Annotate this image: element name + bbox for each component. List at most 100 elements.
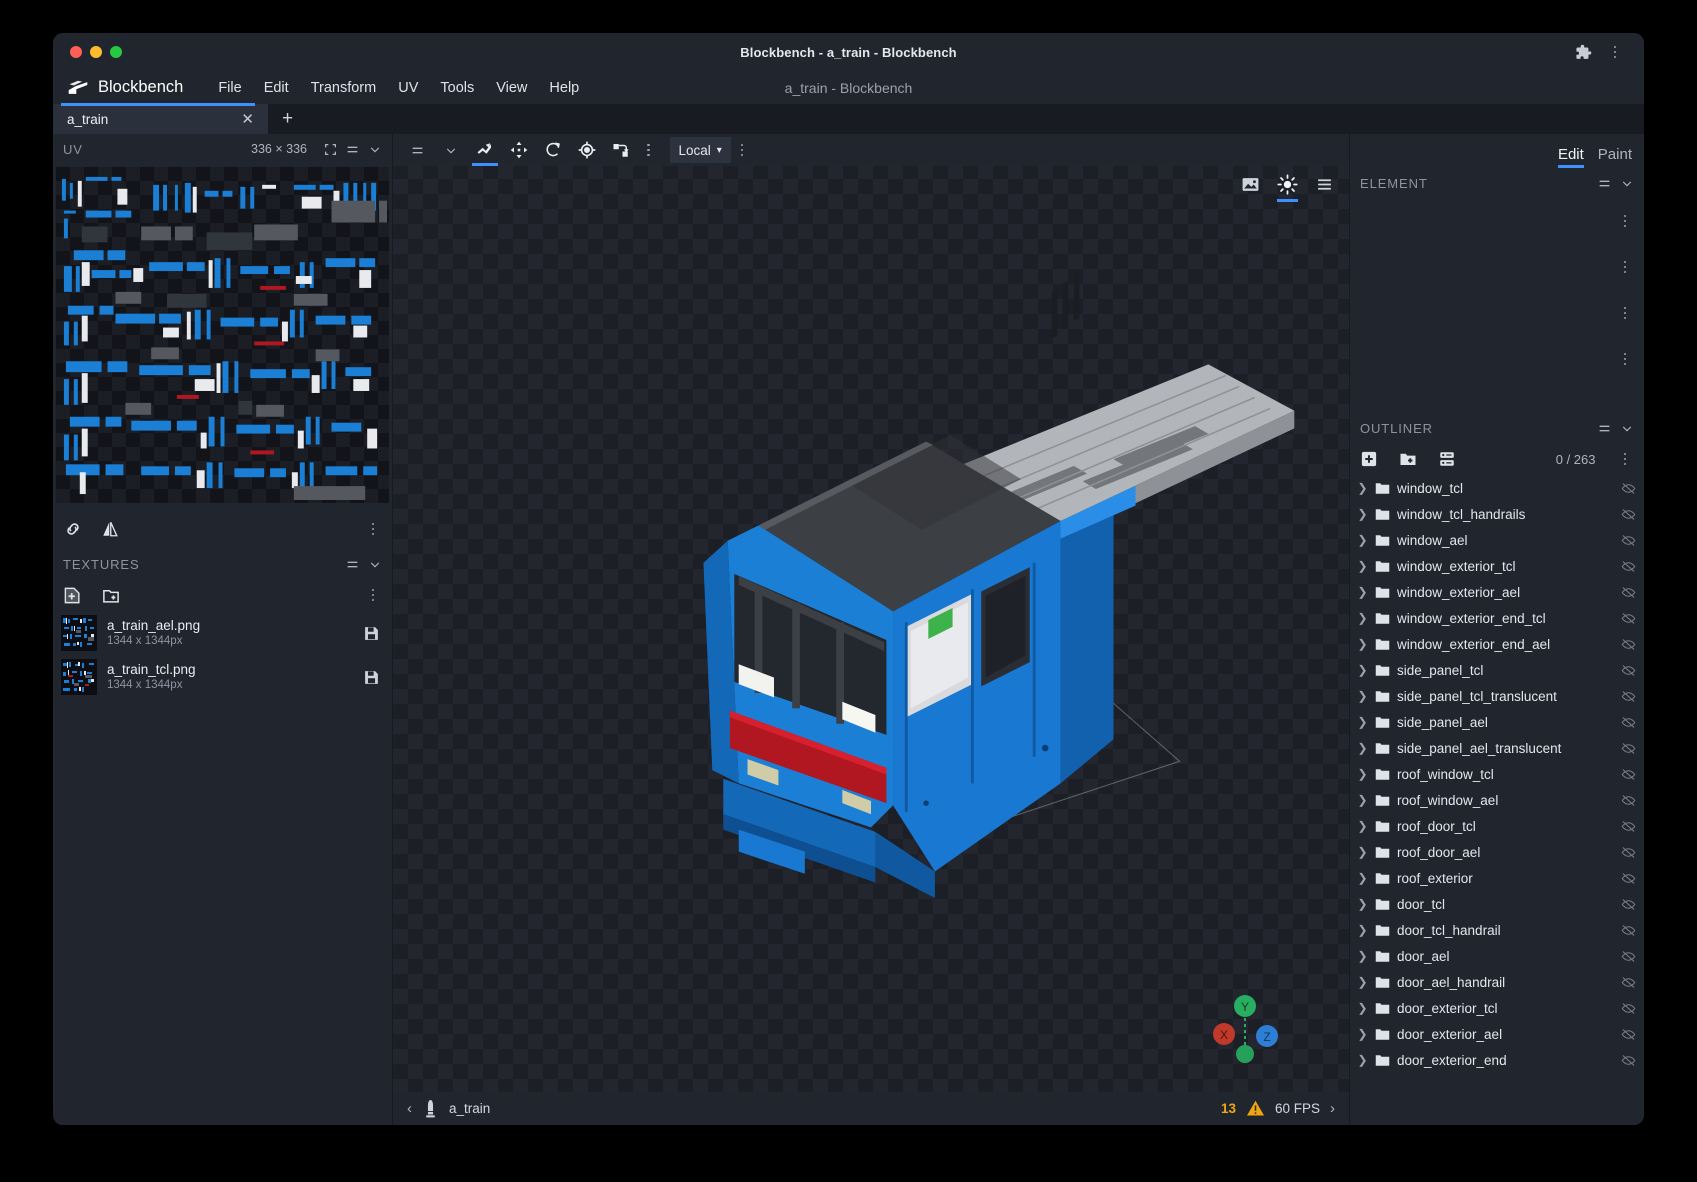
chevron-right-icon[interactable]: ❯ <box>1357 975 1368 989</box>
outliner-item-window-exterior-end-tcl[interactable]: ❯ window_exterior_end_tcl <box>1350 605 1644 631</box>
visibility-off-icon[interactable] <box>1621 768 1636 781</box>
uv-editor-canvas[interactable] <box>56 167 389 503</box>
statusbar-back-button[interactable]: ‹ <box>407 1100 412 1117</box>
menu-view[interactable]: View <box>487 76 536 100</box>
warning-count[interactable]: 13 <box>1221 1101 1236 1116</box>
chevron-right-icon[interactable]: ❯ <box>1357 715 1368 729</box>
statusbar-forward-button[interactable]: › <box>1330 1100 1335 1117</box>
menu-icon[interactable] <box>401 137 433 163</box>
outliner-item-window-exterior-tcl[interactable]: ❯ window_exterior_tcl <box>1350 553 1644 579</box>
chevron-right-icon[interactable]: ❯ <box>1357 585 1368 599</box>
menu-uv[interactable]: UV <box>389 76 427 100</box>
pivot-tool[interactable] <box>571 137 603 163</box>
visibility-off-icon[interactable] <box>1621 1002 1636 1015</box>
outliner-list[interactable]: ❯ window_tcl ❯ window_tcl_handrails ❯ wi… <box>1350 475 1644 1125</box>
more-vertical-icon[interactable] <box>1616 307 1635 320</box>
tab-paint[interactable]: Paint <box>1598 146 1632 168</box>
visibility-off-icon[interactable] <box>1621 716 1636 729</box>
chevron-right-icon[interactable]: ❯ <box>1357 689 1368 703</box>
chevron-down-icon[interactable] <box>435 137 467 163</box>
outliner-item-door-exterior-tcl[interactable]: ❯ door_exterior_tcl <box>1350 995 1644 1021</box>
visibility-off-icon[interactable] <box>1621 872 1636 885</box>
chevron-right-icon[interactable]: ❯ <box>1357 1027 1368 1041</box>
menu-tools[interactable]: Tools <box>431 76 483 100</box>
viewport[interactable]: Local ▾ <box>393 134 1349 1125</box>
visibility-off-icon[interactable] <box>1621 950 1636 963</box>
menu-icon[interactable] <box>1597 422 1612 435</box>
maximize-window-button[interactable] <box>110 46 122 58</box>
chevron-right-icon[interactable]: ❯ <box>1357 637 1368 651</box>
import-texture-icon[interactable] <box>101 586 121 605</box>
train-model-render[interactable] <box>393 166 1349 1092</box>
outliner-item-side-panel-ael[interactable]: ❯ side_panel_ael <box>1350 709 1644 735</box>
outliner-item-door-ael-handrail[interactable]: ❯ door_ael_handrail <box>1350 969 1644 995</box>
outliner-item-window-ael[interactable]: ❯ window_ael <box>1350 527 1644 553</box>
chevron-right-icon[interactable]: ❯ <box>1357 923 1368 937</box>
more-vertical-icon[interactable] <box>364 589 383 602</box>
outliner-item-side-panel-ael-translucent[interactable]: ❯ side_panel_ael_translucent <box>1350 735 1644 761</box>
project-tab-a-train[interactable]: a_train ✕ <box>53 104 268 134</box>
chevron-right-icon[interactable]: ❯ <box>1357 611 1368 625</box>
visibility-off-icon[interactable] <box>1621 820 1636 833</box>
chevron-down-icon[interactable] <box>1620 422 1634 435</box>
extension-icon[interactable] <box>1575 44 1592 61</box>
menu-file[interactable]: File <box>209 76 250 100</box>
outliner-item-door-exterior-ael[interactable]: ❯ door_exterior_ael <box>1350 1021 1644 1047</box>
visibility-off-icon[interactable] <box>1621 534 1636 547</box>
outliner-item-door-ael[interactable]: ❯ door_ael <box>1350 943 1644 969</box>
menu-help[interactable]: Help <box>540 76 588 100</box>
close-icon[interactable]: ✕ <box>237 110 258 128</box>
chevron-down-icon[interactable] <box>1620 177 1634 190</box>
chevron-right-icon[interactable]: ❯ <box>1357 819 1368 833</box>
more-vertical-icon[interactable] <box>1616 353 1635 366</box>
fullscreen-icon[interactable] <box>324 143 337 156</box>
transform-space-selector[interactable]: Local ▾ <box>670 137 731 163</box>
visibility-off-icon[interactable] <box>1621 638 1636 651</box>
outliner-item-window-tcl-handrails[interactable]: ❯ window_tcl_handrails <box>1350 501 1644 527</box>
chevron-right-icon[interactable]: ❯ <box>1357 793 1368 807</box>
chevron-right-icon[interactable]: ❯ <box>1357 481 1368 495</box>
close-window-button[interactable] <box>70 46 82 58</box>
resize-tool[interactable] <box>503 137 535 163</box>
outliner-item-roof-window-tcl[interactable]: ❯ roof_window_tcl <box>1350 761 1644 787</box>
visibility-off-icon[interactable] <box>1621 794 1636 807</box>
chevron-right-icon[interactable]: ❯ <box>1357 949 1368 963</box>
save-icon[interactable] <box>363 625 380 642</box>
menu-icon[interactable] <box>345 143 360 156</box>
outliner-item-window-tcl[interactable]: ❯ window_tcl <box>1350 475 1644 501</box>
link-icon[interactable] <box>63 519 83 539</box>
chevron-right-icon[interactable]: ❯ <box>1357 845 1368 859</box>
add-group-icon[interactable] <box>1398 450 1418 468</box>
visibility-off-icon[interactable] <box>1621 846 1636 859</box>
outliner-item-door-exterior-end[interactable]: ❯ door_exterior_end <box>1350 1047 1644 1073</box>
rotate-tool[interactable] <box>537 137 569 163</box>
visibility-off-icon[interactable] <box>1621 586 1636 599</box>
more-vertical-icon[interactable] <box>639 144 658 157</box>
more-vertical-icon[interactable] <box>1616 261 1635 274</box>
more-vertical-icon[interactable] <box>1616 215 1635 228</box>
outliner-item-roof-exterior[interactable]: ❯ roof_exterior <box>1350 865 1644 891</box>
add-cube-icon[interactable] <box>1360 450 1378 468</box>
outliner-item-roof-door-tcl[interactable]: ❯ roof_door_tcl <box>1350 813 1644 839</box>
chevron-right-icon[interactable]: ❯ <box>1357 663 1368 677</box>
chevron-right-icon[interactable]: ❯ <box>1357 533 1368 547</box>
chevron-right-icon[interactable]: ❯ <box>1357 741 1368 755</box>
outliner-item-door-tcl[interactable]: ❯ door_tcl <box>1350 891 1644 917</box>
visibility-off-icon[interactable] <box>1621 664 1636 677</box>
chevron-down-icon[interactable] <box>368 558 382 571</box>
visibility-off-icon[interactable] <box>1621 482 1636 495</box>
more-vertical-icon[interactable] <box>1616 453 1635 466</box>
chevron-right-icon[interactable]: ❯ <box>1357 871 1368 885</box>
outliner-item-door-tcl-handrail[interactable]: ❯ door_tcl_handrail <box>1350 917 1644 943</box>
chevron-right-icon[interactable]: ❯ <box>1357 559 1368 573</box>
outliner-item-side-panel-tcl[interactable]: ❯ side_panel_tcl <box>1350 657 1644 683</box>
add-texture-icon[interactable] <box>63 586 82 605</box>
outliner-item-window-exterior-end-ael[interactable]: ❯ window_exterior_end_ael <box>1350 631 1644 657</box>
chevron-down-icon[interactable] <box>368 143 382 156</box>
chevron-right-icon[interactable]: ❯ <box>1357 507 1368 521</box>
save-icon[interactable] <box>363 669 380 686</box>
more-vertical-icon[interactable] <box>733 144 752 157</box>
minimize-window-button[interactable] <box>90 46 102 58</box>
more-vertical-icon[interactable] <box>1606 46 1625 59</box>
texture-list-item[interactable]: a_train_tcl.png 1344 x 1344px <box>53 655 392 699</box>
